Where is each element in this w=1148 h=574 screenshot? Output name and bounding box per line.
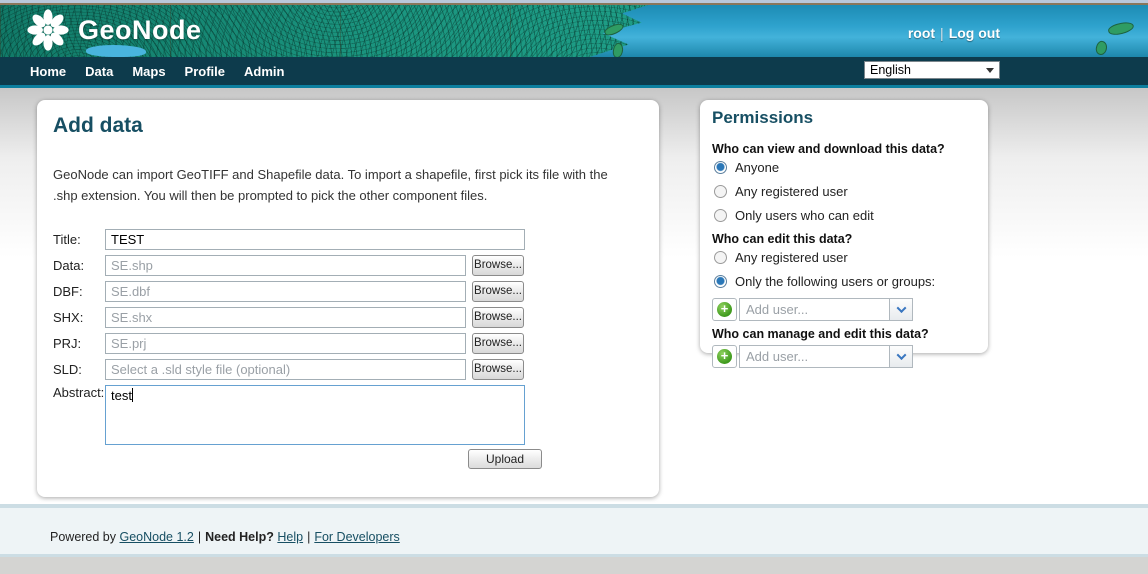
form-row-prj: PRJ: Browse...	[53, 332, 643, 354]
nav-item-data[interactable]: Data	[85, 64, 113, 79]
prj-label: PRJ:	[53, 335, 82, 351]
edit-option-specific-users[interactable]: Only the following users or groups:	[714, 274, 976, 289]
form-row-abstract: Abstract: test	[53, 384, 643, 445]
radio-specific-users[interactable]	[714, 275, 727, 288]
language-select[interactable]: English	[864, 61, 1000, 79]
island-shape	[1093, 39, 1110, 57]
prj-browse-button[interactable]: Browse...	[472, 332, 524, 354]
shx-label: SHX:	[53, 309, 84, 325]
text-caret	[131, 387, 133, 402]
title-input[interactable]	[105, 228, 525, 250]
need-help-text: Need Help?	[205, 530, 274, 544]
powered-by-text: Powered by	[50, 530, 117, 544]
manage-permission-question: Who can manage and edit this data?	[712, 327, 929, 341]
sld-file-input[interactable]	[105, 358, 466, 380]
manage-user-dropdown-button[interactable]	[889, 345, 913, 368]
prj-file-input[interactable]	[105, 332, 466, 354]
form-description: GeoNode can import GeoTIFF and Shapefile…	[53, 167, 608, 204]
form-row-dbf: DBF: Browse...	[53, 280, 643, 302]
edit-user-dropdown-button[interactable]	[889, 298, 913, 321]
radio-anyone[interactable]	[714, 161, 727, 174]
add-edit-user-button[interactable]: +	[712, 298, 737, 321]
dropdown-arrow-icon	[986, 67, 994, 73]
view-option-editors-only[interactable]: Only users who can edit	[714, 208, 976, 223]
upload-form: Title: Data: Browse... DBF: Browse... SH…	[53, 228, 643, 445]
sld-label: SLD:	[53, 361, 82, 377]
data-label: Data:	[53, 257, 85, 273]
form-row-sld: SLD: Browse...	[53, 358, 643, 380]
upload-button[interactable]: Upload	[468, 449, 542, 469]
language-select-value: English	[870, 63, 911, 77]
nav-item-admin[interactable]: Admin	[244, 64, 284, 79]
page-title: Add data	[53, 114, 143, 137]
nav-item-home[interactable]: Home	[30, 64, 66, 79]
permissions-panel: Permissions Who can view and download th…	[700, 100, 988, 368]
chevron-down-icon	[896, 303, 906, 314]
add-manage-user-button[interactable]: +	[712, 345, 737, 368]
header-banner: GeoNode root | Log out	[0, 5, 1148, 60]
shx-file-input[interactable]	[105, 306, 466, 328]
geonode-version-link[interactable]: GeoNode 1.2	[120, 530, 194, 544]
bottom-gray-strip	[0, 557, 1148, 574]
brand-logo[interactable]: GeoNode	[26, 8, 202, 52]
edit-permission-question: Who can edit this data?	[712, 232, 853, 246]
radio-any-registered-view[interactable]	[714, 185, 727, 198]
abstract-textarea[interactable]: test	[105, 384, 525, 445]
manage-users-combo: +	[712, 345, 913, 368]
view-option-registered[interactable]: Any registered user	[714, 184, 976, 199]
form-row-title: Title:	[53, 228, 643, 250]
user-separator: |	[940, 25, 944, 41]
footer-separator: |	[307, 530, 311, 544]
manage-user-input[interactable]	[739, 345, 889, 368]
permissions-title: Permissions	[712, 108, 814, 127]
brand-name: GeoNode	[78, 14, 202, 45]
view-permission-question: Who can view and download this data?	[712, 142, 945, 156]
footer-separator: |	[197, 530, 202, 544]
nav-item-profile[interactable]: Profile	[185, 64, 225, 79]
island-shape	[1107, 19, 1135, 38]
nav-items: Home Data Maps Profile Admin	[30, 57, 284, 85]
add-user-plus-icon: +	[717, 302, 732, 317]
geonode-flower-icon	[27, 9, 69, 51]
for-developers-link[interactable]: For Developers	[314, 530, 399, 544]
abstract-text: test	[111, 387, 132, 403]
dbf-label: DBF:	[53, 283, 83, 299]
form-row-data: Data: Browse...	[53, 254, 643, 276]
geonode-add-data-page: GeoNode root | Log out Home Data Maps Prof…	[0, 0, 1148, 574]
help-link[interactable]: Help	[277, 530, 303, 544]
view-option-anyone[interactable]: Anyone	[714, 160, 976, 175]
radio-any-registered-edit[interactable]	[714, 251, 727, 264]
data-file-input[interactable]	[105, 254, 466, 276]
dbf-browse-button[interactable]: Browse...	[472, 280, 524, 302]
radio-only-editors[interactable]	[714, 209, 727, 222]
dbf-file-input[interactable]	[105, 280, 466, 302]
shx-browse-button[interactable]: Browse...	[472, 306, 524, 328]
form-row-shx: SHX: Browse...	[53, 306, 643, 328]
sld-browse-button[interactable]: Browse...	[472, 358, 524, 380]
user-session-links: root | Log out	[908, 25, 1000, 41]
edit-user-input[interactable]	[739, 298, 889, 321]
title-label: Title:	[53, 231, 81, 247]
footer: Powered by GeoNode 1.2 | Need Help? Help | F…	[0, 508, 1148, 554]
add-user-plus-icon: +	[717, 349, 732, 364]
chevron-down-icon	[896, 350, 906, 361]
username-link[interactable]: root	[908, 25, 935, 41]
add-data-panel: Add data GeoNode can import GeoTIFF and …	[37, 100, 659, 497]
logout-link[interactable]: Log out	[949, 25, 1000, 41]
edit-option-registered[interactable]: Any registered user	[714, 250, 976, 265]
nav-item-maps[interactable]: Maps	[132, 64, 165, 79]
edit-users-combo: +	[712, 298, 913, 321]
data-browse-button[interactable]: Browse...	[472, 254, 524, 276]
abstract-label: Abstract:	[53, 384, 105, 400]
footer-text: Powered by GeoNode 1.2 | Need Help? Help | F…	[50, 530, 400, 544]
